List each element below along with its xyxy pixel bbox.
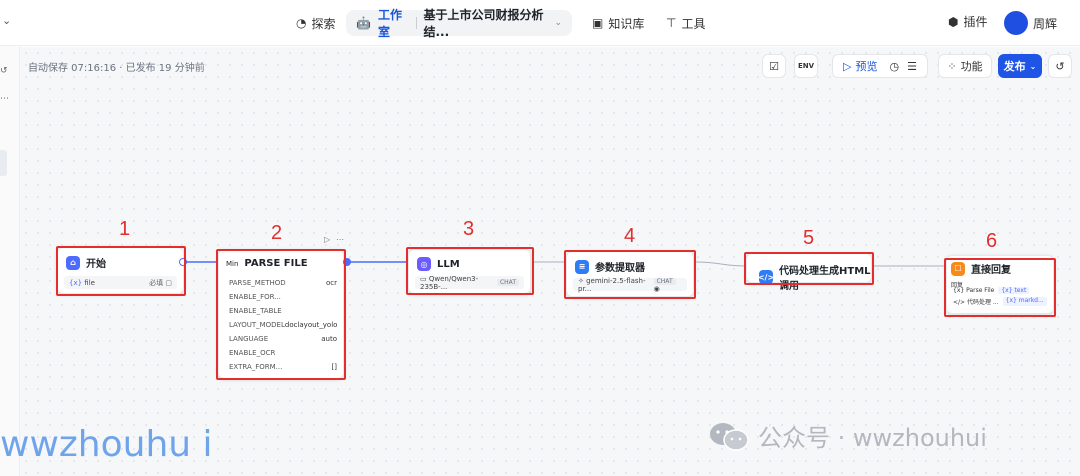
rail-icon[interactable]: ↺ — [0, 66, 8, 76]
annotation-number: 2 — [271, 222, 283, 244]
compass-icon: ◔ — [296, 16, 307, 30]
annotation-number: 1 — [119, 218, 131, 240]
annotation-box-1 — [56, 246, 186, 296]
env-button[interactable]: ENV — [794, 54, 818, 78]
more-icon[interactable]: ⋯ — [336, 235, 344, 244]
hammer-icon: ⊤ — [666, 16, 677, 30]
grid-icon: ⁘ — [947, 59, 957, 73]
annotation-box-4 — [564, 250, 696, 299]
left-rail: ↺ ⋯ — [0, 46, 20, 476]
rail-selected-item[interactable] — [0, 150, 7, 176]
nav-knowledge-label: 知识库 — [608, 16, 645, 31]
chevron-down-icon[interactable]: ⌄ — [554, 18, 562, 28]
nav-tools[interactable]: ⊤ 工具 — [658, 10, 713, 36]
env-label: ENV — [797, 62, 815, 70]
history-icon[interactable]: ◷ — [889, 60, 899, 73]
clock-rewind-icon: ↺ — [1055, 59, 1065, 73]
more-icon[interactable]: ⋯ — [0, 94, 9, 104]
annotation-box-3 — [406, 247, 534, 295]
book-icon: ▣ — [592, 16, 604, 30]
divider — [415, 17, 417, 29]
plugins-label: 插件 — [963, 15, 988, 29]
robot-icon: 🤖 — [356, 16, 371, 30]
run-node-icon[interactable]: ▷ — [324, 235, 330, 244]
nav-explore-label: 探索 — [311, 16, 336, 31]
nav-tools-label: 工具 — [681, 16, 706, 31]
autosave-status: 自动保存 07:16:16 · 已发布 19 分钟前 — [28, 63, 205, 74]
chevron-down-icon[interactable]: ⌄ — [2, 14, 11, 27]
annotation-box-6 — [944, 258, 1056, 317]
nav-knowledge[interactable]: ▣ 知识库 — [584, 10, 652, 36]
wechat-icon — [710, 422, 749, 451]
avatar[interactable] — [1004, 11, 1028, 35]
watermark-left: wwzhouhu i — [0, 424, 213, 465]
publish-label: 发布 — [1003, 60, 1026, 73]
nav-explore[interactable]: ◔ 探索 — [288, 10, 344, 36]
chevron-down-icon: ⌄ — [1029, 61, 1037, 71]
list-icon[interactable]: ☰ — [907, 60, 917, 73]
top-bar: ⌄ ◔ 探索 🤖 工作室 基于上市公司财报分析结... ⌄ ▣ 知识库 ⊤ 工具 ⬢ … — [0, 0, 1080, 46]
preview-label[interactable]: 预览 — [855, 58, 877, 74]
nav-studio[interactable]: 🤖 工作室 基于上市公司财报分析结... ⌄ — [346, 8, 572, 39]
cube-icon: ⬢ — [948, 14, 959, 29]
publish-button[interactable]: 发布 ⌄ — [998, 54, 1042, 78]
restore-history-button[interactable]: ↺ — [1048, 54, 1072, 78]
annotation-number: 4 — [624, 225, 636, 247]
preview-group: ▷ 预览 ◷ ☰ — [832, 54, 928, 78]
nav-studio-label: 工作室 — [377, 8, 402, 39]
watermark-right-text: 公众号 · wwzhouhui — [758, 424, 987, 452]
watermark-right: 公众号 · wwzhouhui — [708, 418, 987, 453]
plugins-button[interactable]: ⬢ 插件 — [948, 13, 988, 30]
check-icon: ☑ — [769, 59, 779, 73]
annotation-number: 3 — [463, 218, 475, 240]
user-name[interactable]: 周辉 — [1033, 15, 1057, 32]
checklist-button[interactable]: ☑ — [762, 54, 786, 78]
annotation-box-2 — [216, 249, 346, 380]
features-button[interactable]: ⁘ 功能 — [938, 54, 992, 78]
annotation-number: 6 — [986, 230, 998, 252]
project-name: 基于上市公司财报分析结... — [423, 8, 544, 39]
annotation-number: 5 — [803, 227, 815, 249]
annotation-box-5 — [744, 252, 874, 285]
features-label: 功能 — [960, 60, 983, 73]
play-icon[interactable]: ▷ — [843, 60, 851, 73]
